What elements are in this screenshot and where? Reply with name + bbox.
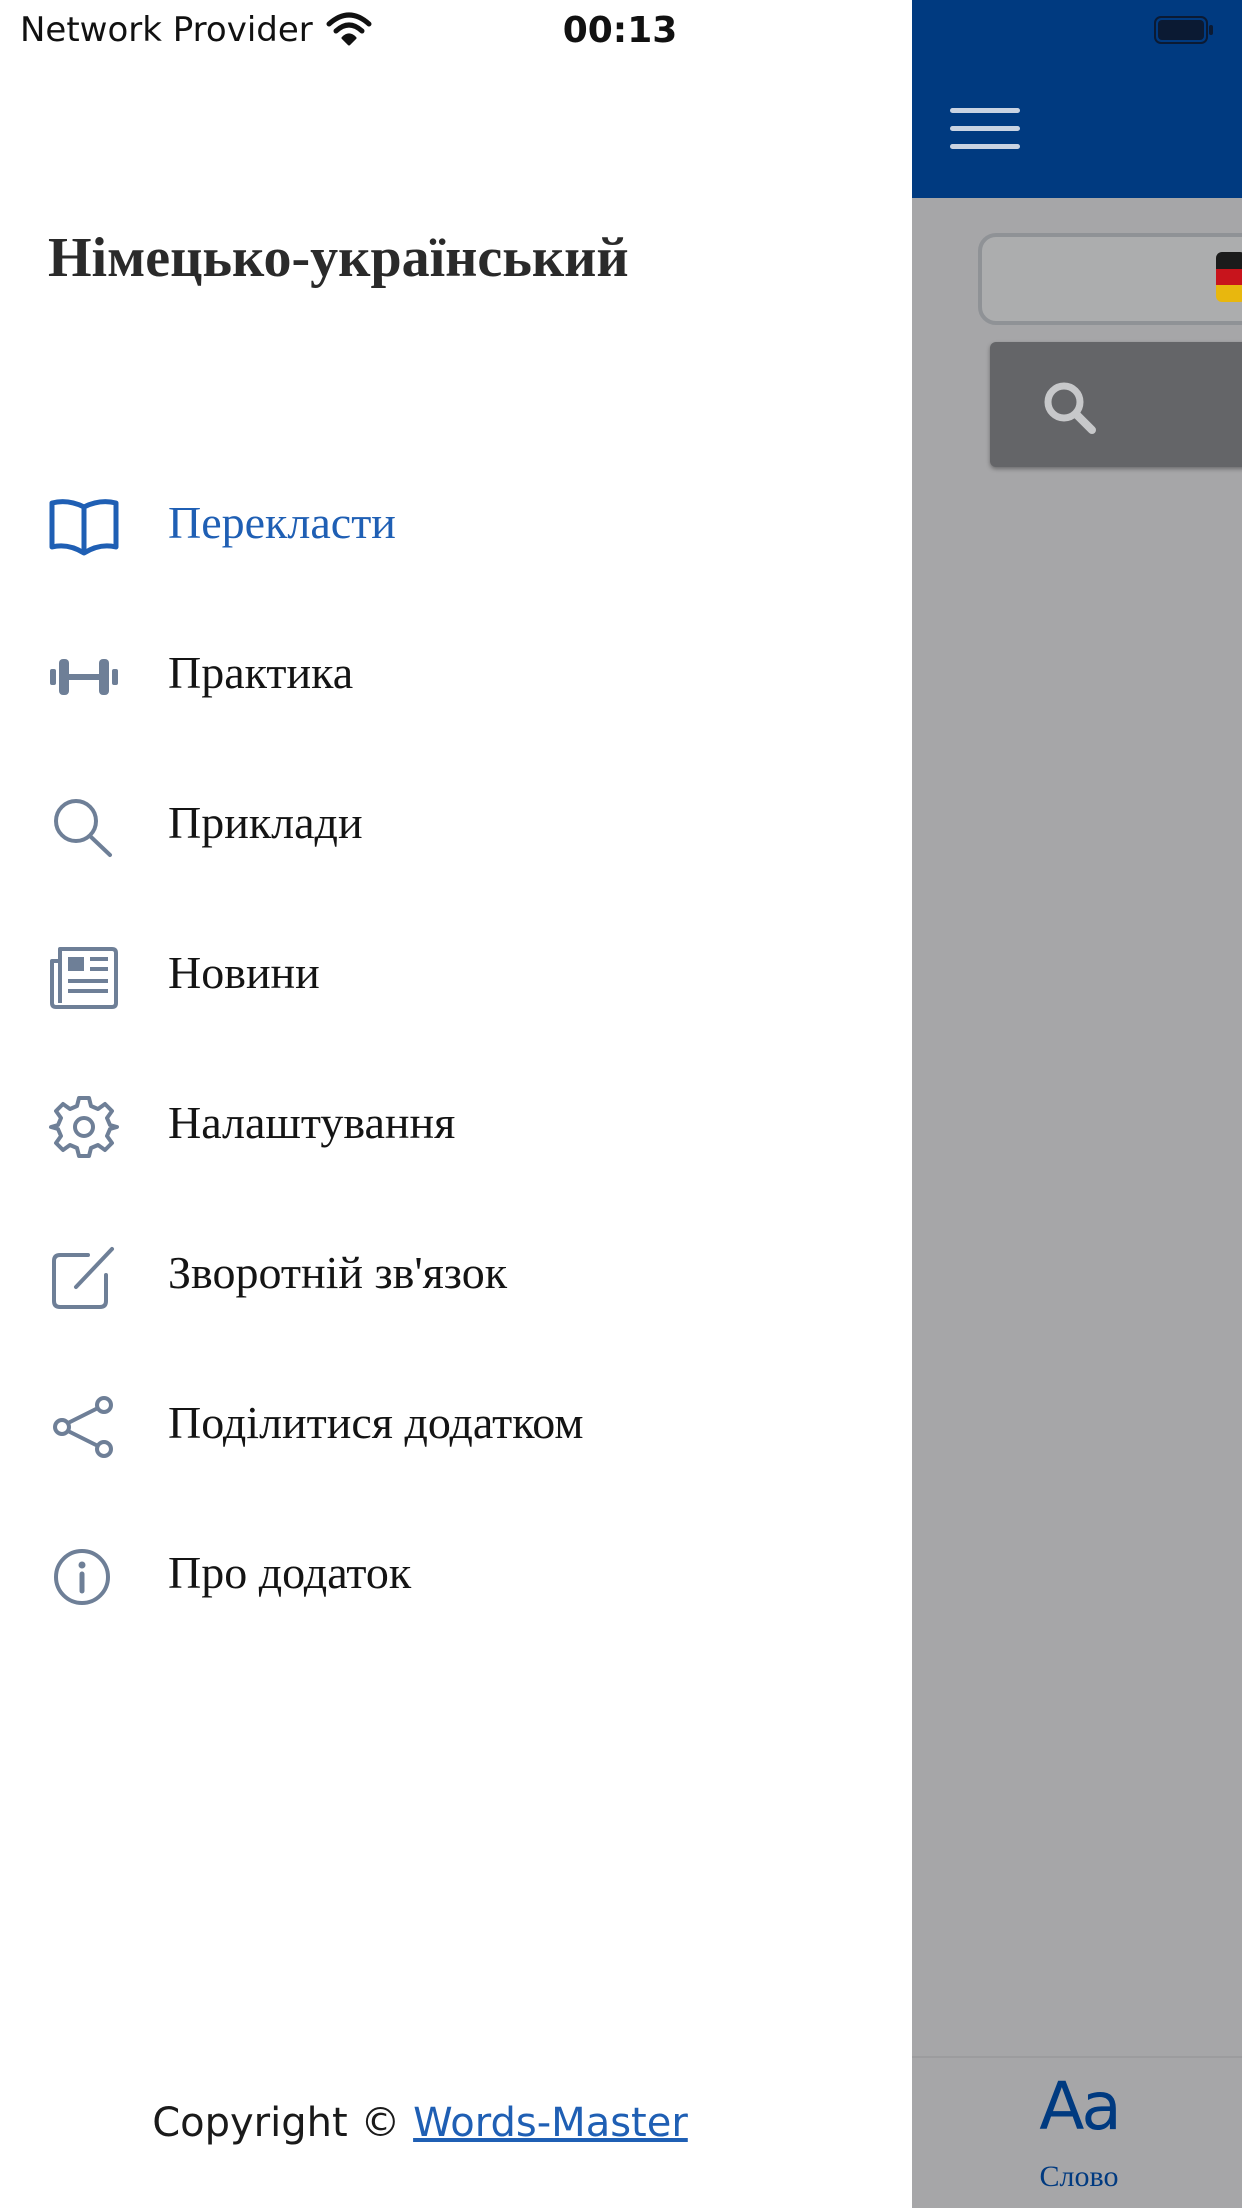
menu-item-practice[interactable]: Практика [0,602,912,752]
menu-item-label: Поділитися додатком [168,1397,584,1448]
drawer-title: Німецько-український [48,227,629,289]
menu-item-about[interactable]: Про додаток [0,1502,912,1652]
words-master-link[interactable]: Words-Master [413,2100,688,2146]
word-tab-icon[interactable]: Aa [1024,2068,1134,2145]
word-tab-label[interactable]: Слово [1004,2160,1154,2194]
menu-item-feedback[interactable]: Зворотній зв'язок [0,1202,912,1352]
menu-item-label: Приклади [168,797,363,848]
carrier-name: Network Provider [20,10,313,50]
menu-item-label: Практика [168,647,354,698]
info-icon [54,1549,110,1605]
menu-item-translate[interactable]: Перекласти [0,452,912,602]
menu-item-label: Налаштування [168,1097,456,1148]
menu-item-news[interactable]: Новини [0,902,912,1052]
menu-item-label: Зворотній зв'язок [168,1247,508,1298]
menu-item-label: Перекласти [168,497,396,548]
search-icon [54,799,112,857]
app-header [912,0,1242,198]
menu-item-label: Про додаток [168,1547,412,1598]
background-app [912,0,1242,2208]
book-icon [49,499,119,556]
status-time: 00:13 [562,10,678,51]
edit-icon [52,1247,114,1309]
dumbbell-icon [50,659,118,695]
search-icon [1044,382,1096,434]
share-icon [53,1396,113,1458]
menu-item-share[interactable]: Поділитися додатком [0,1352,912,1502]
wifi-icon [326,12,372,46]
menu-item-label: Новини [168,947,320,998]
gear-icon [49,1096,119,1158]
newspaper-icon [50,947,118,1009]
german-flag-icon[interactable] [1216,252,1242,302]
copyright-footer: Copyright © Words-Master [0,2100,840,2146]
battery-icon [1154,16,1213,44]
menu-item-settings[interactable]: Налаштування [0,1052,912,1202]
menu-item-examples[interactable]: Приклади [0,752,912,902]
search-button[interactable] [990,342,1242,467]
search-input[interactable] [978,233,1242,325]
navigation-drawer: Network Provider 00:13 Німецько-українсь… [0,0,912,2208]
hamburger-menu-icon[interactable] [950,108,1020,150]
copyright-text: Copyright © [152,2100,414,2146]
